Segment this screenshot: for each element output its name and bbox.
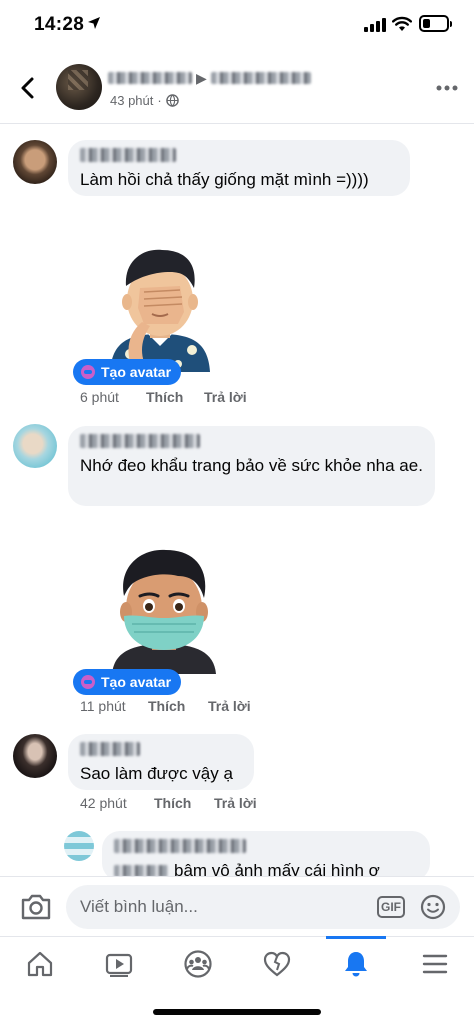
like-button[interactable]: Thích	[148, 698, 208, 714]
commenter-name-redacted[interactable]	[80, 742, 140, 756]
nav-groups[interactable]	[168, 937, 228, 991]
comment-actions: 42 phút Thích Trả lời	[80, 795, 257, 811]
poster-avatar[interactable]	[56, 64, 102, 110]
commenter-name-redacted[interactable]	[80, 434, 200, 448]
comment-time: 11 phút	[80, 698, 126, 714]
emoji-icon[interactable]	[420, 894, 446, 920]
create-avatar-button[interactable]: Tạo avatar	[73, 669, 182, 695]
status-bar: 14:28	[0, 0, 474, 50]
comment-actions: 11 phút Thích Trả lời	[80, 698, 251, 714]
avatar-icon	[81, 365, 95, 379]
reply-button[interactable]: Trả lời	[208, 698, 251, 714]
gif-button[interactable]: GIF	[377, 896, 405, 918]
cellular-signal-icon	[364, 18, 386, 32]
redacted-text	[114, 865, 168, 876]
home-icon	[27, 951, 53, 977]
wifi-icon	[392, 16, 412, 31]
groups-icon	[184, 950, 212, 978]
create-avatar-label: Tạo avatar	[101, 364, 172, 380]
bell-icon	[345, 952, 367, 977]
comment-text: Sao làm được vậy ạ	[80, 764, 233, 783]
comment-composer: Viết bình luận... GIF	[0, 876, 474, 936]
reply-bubble[interactable]: bâm vô ảnh mấy cái hình ơ	[102, 831, 430, 876]
post-time: 43 phút	[110, 93, 154, 108]
caret-right-icon: ▶	[196, 69, 207, 86]
camera-icon[interactable]	[20, 892, 52, 922]
poster-name-redacted[interactable]: ▶	[108, 70, 311, 86]
commenter-avatar[interactable]	[13, 734, 57, 778]
avatar-sticker-facepalm[interactable]	[100, 242, 220, 372]
post-header: ▶ 43 phút ·	[0, 52, 474, 124]
comment-time: 42 phút	[80, 795, 127, 811]
back-icon[interactable]	[14, 74, 42, 102]
nav-dating[interactable]	[247, 937, 307, 991]
reply-text: bâm vô ảnh mấy cái hình ơ	[174, 861, 380, 876]
comment-text: Làm hồi chả thấy giống mặt mình =))))	[80, 170, 369, 189]
commenter-avatar[interactable]	[13, 140, 57, 184]
nav-menu[interactable]	[405, 937, 465, 991]
commenter-name-redacted[interactable]	[80, 148, 176, 162]
like-button[interactable]: Thích	[154, 795, 214, 811]
more-icon[interactable]	[436, 84, 458, 92]
menu-icon	[422, 954, 448, 974]
home-indicator	[153, 1009, 321, 1015]
reply-avatar[interactable]	[64, 831, 94, 861]
create-avatar-label: Tạo avatar	[101, 674, 172, 690]
post-meta: 43 phút ·	[110, 93, 179, 108]
comments-list: Làm hồi chả thấy giống mặt mình =)))) Tạ…	[0, 124, 474, 876]
comment-bubble[interactable]: Nhớ đeo khẩu trang bảo về sức khỏe nha a…	[68, 426, 435, 506]
replier-name-redacted[interactable]	[114, 839, 246, 853]
reply-button[interactable]: Trả lời	[214, 795, 257, 811]
comment-text: Nhớ đeo khẩu trang bảo về sức khỏe nha a…	[80, 456, 423, 475]
video-icon	[105, 953, 133, 977]
nav-home[interactable]	[10, 937, 70, 991]
like-button[interactable]: Thích	[146, 389, 204, 405]
comment-actions: 6 phút Thích Trả lời	[80, 389, 247, 405]
globe-icon	[165, 94, 179, 107]
dating-icon	[263, 951, 291, 977]
reply-text-row: bâm vô ảnh mấy cái hình ơ	[114, 859, 418, 876]
comment-time: 6 phút	[80, 389, 119, 405]
nav-notifications[interactable]	[326, 936, 386, 991]
battery-icon	[419, 15, 452, 32]
bottom-navigation	[0, 936, 474, 996]
create-avatar-button[interactable]: Tạo avatar	[73, 359, 182, 385]
location-arrow-icon	[88, 17, 100, 29]
comment-bubble[interactable]: Sao làm được vậy ạ	[68, 734, 254, 790]
comment-bubble[interactable]: Làm hồi chả thấy giống mặt mình =))))	[68, 140, 410, 196]
avatar-icon	[81, 675, 95, 689]
status-time: 14:28	[34, 14, 85, 35]
avatar-sticker-mask[interactable]	[104, 544, 224, 674]
reply-button[interactable]: Trả lời	[204, 389, 247, 405]
commenter-avatar[interactable]	[13, 424, 57, 468]
nav-watch[interactable]	[89, 937, 149, 991]
